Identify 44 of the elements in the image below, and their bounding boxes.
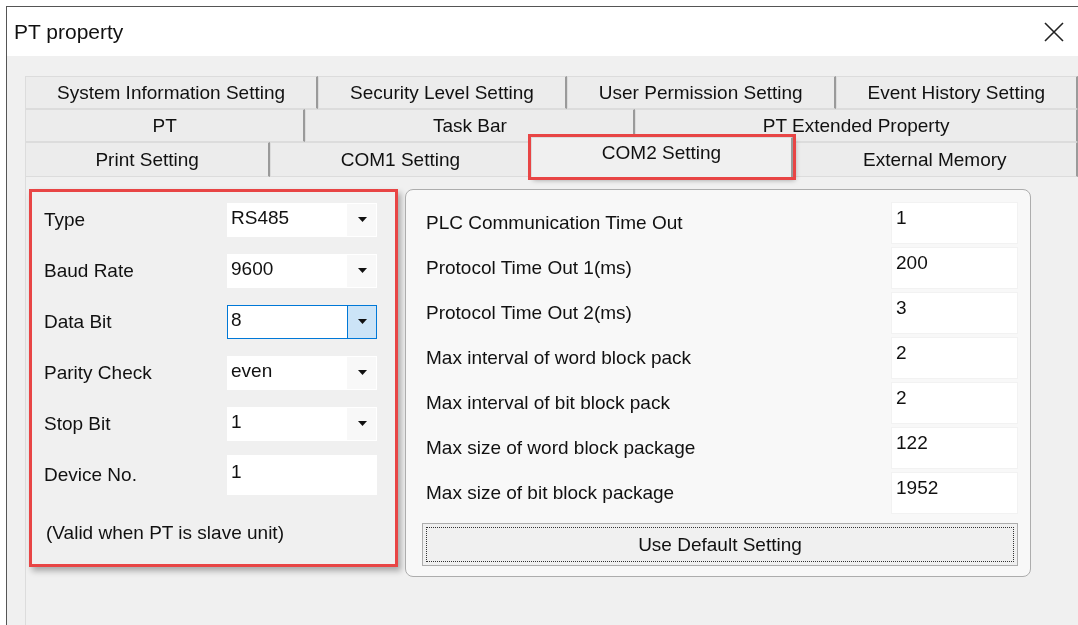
tab[interactable]: Security Level Setting: [318, 76, 567, 109]
field-label: Protocol Time Out 1(ms): [426, 256, 632, 279]
input-field[interactable]: 1952: [891, 471, 1018, 514]
tab[interactable]: User Permission Setting: [566, 76, 836, 109]
input-field[interactable]: 1: [227, 454, 377, 495]
tab[interactable]: COM2 Setting: [531, 137, 793, 177]
close-icon[interactable]: [1042, 19, 1066, 44]
field-label: Max interval of bit block pack: [426, 391, 670, 414]
field-label: Device No.: [44, 463, 137, 486]
input-field[interactable]: 3: [891, 291, 1018, 334]
dropdown-arrow-icon: [357, 217, 367, 222]
dropdown[interactable]: RS485: [227, 202, 377, 237]
window-title: PT property: [14, 19, 124, 44]
dropdown-arrow-icon: [357, 319, 367, 324]
tab[interactable]: Event History Setting: [835, 76, 1078, 109]
field-label: Baud Rate: [44, 259, 134, 282]
tab[interactable]: PT Extended Property: [635, 109, 1078, 142]
input-field[interactable]: 1: [891, 201, 1018, 244]
field-label: Data Bit: [44, 310, 112, 333]
field-label: Max size of word block package: [426, 436, 696, 459]
input-field[interactable]: 2: [891, 336, 1018, 379]
tab[interactable]: System Information Setting: [25, 76, 319, 109]
dropdown[interactable]: 9600: [227, 253, 377, 288]
field-label: Max size of bit block package: [426, 481, 675, 504]
dropdown[interactable]: 1: [227, 406, 377, 441]
input-field[interactable]: 200: [891, 246, 1018, 289]
dropdown-arrow-icon: [357, 421, 367, 426]
field-label: Parity Check: [44, 361, 152, 384]
dropdown-arrow-icon: [357, 370, 367, 375]
field-label: PLC Communication Time Out: [426, 211, 683, 234]
field-label: Stop Bit: [44, 412, 111, 435]
field-label: Type: [44, 208, 86, 231]
field-label: Protocol Time Out 2(ms): [426, 301, 632, 324]
tab[interactable]: PT: [25, 109, 306, 142]
tab[interactable]: Print Setting: [25, 142, 271, 177]
dropdown-arrow-icon: [357, 268, 367, 273]
default-setting-button[interactable]: Use Default Setting: [422, 523, 1018, 566]
dropdown[interactable]: 8: [227, 304, 377, 339]
dropdown[interactable]: even: [227, 355, 377, 390]
tab[interactable]: Task Bar: [305, 109, 636, 142]
input-field[interactable]: 2: [891, 381, 1018, 424]
note-text: (Valid when PT is slave unit): [45, 522, 285, 544]
input-field[interactable]: 122: [891, 426, 1018, 469]
field-label: Max interval of word block pack: [426, 346, 692, 369]
